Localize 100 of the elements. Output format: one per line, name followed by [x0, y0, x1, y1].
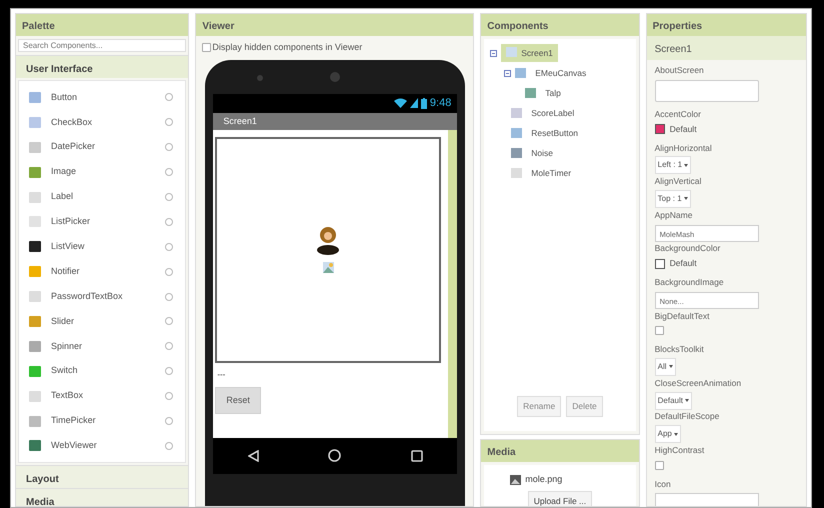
- help-icon[interactable]: [165, 342, 174, 350]
- property-label: AboutScreen: [654, 64, 705, 77]
- dropdown[interactable]: All: [654, 358, 676, 376]
- component-icon: [515, 68, 526, 78]
- property-label: HighContrast: [654, 444, 706, 457]
- checkbox[interactable]: [654, 326, 664, 336]
- palette-item[interactable]: Spinner: [51, 340, 156, 354]
- section-header[interactable]: User Interface: [16, 55, 188, 78]
- help-icon[interactable]: [165, 118, 174, 126]
- help-icon[interactable]: [165, 268, 174, 276]
- component-icon: [29, 340, 41, 352]
- palette-item[interactable]: Slider: [51, 314, 156, 328]
- help-icon[interactable]: [165, 442, 174, 450]
- camera-icon: [330, 72, 340, 82]
- collapse-toggle[interactable]: [504, 70, 512, 76]
- speaker-icon: [257, 74, 264, 80]
- palette-item[interactable]: Switch: [51, 364, 156, 378]
- search-field[interactable]: Search Components...: [18, 39, 186, 52]
- home-icon[interactable]: [328, 449, 342, 462]
- tree-item[interactable]: ResetButton: [526, 124, 584, 142]
- dropdown[interactable]: Top : 1: [654, 190, 691, 208]
- palette-item[interactable]: DatePicker: [51, 140, 156, 154]
- property-label: BackgroundImage: [654, 276, 725, 289]
- component-icon: [29, 166, 41, 178]
- media-file[interactable]: mole.png: [525, 473, 562, 486]
- help-icon[interactable]: [165, 292, 174, 301]
- color-swatch[interactable]: [654, 258, 665, 268]
- help-icon[interactable]: [165, 417, 174, 426]
- palette-item[interactable]: PasswordTextBox: [51, 290, 156, 304]
- component-icon: [29, 316, 41, 327]
- help-icon[interactable]: [165, 143, 174, 152]
- component-icon: [511, 148, 522, 158]
- color-value: Default: [670, 122, 697, 136]
- dropdown[interactable]: App: [654, 425, 681, 444]
- palette-item[interactable]: WebViewer: [51, 439, 156, 453]
- tree-item[interactable]: ScoreLabel: [526, 104, 580, 122]
- component-icon: [511, 128, 522, 138]
- component-name: Screen1: [646, 36, 806, 60]
- property-label: BigDefaultText: [654, 310, 710, 322]
- tree-item[interactable]: Screen1: [501, 44, 558, 62]
- property-label: AccentColor: [654, 108, 702, 121]
- dropdown[interactable]: Left : 1: [654, 156, 692, 174]
- component-icon: [29, 192, 41, 202]
- tree-item[interactable]: Talp: [540, 84, 566, 102]
- palette-item[interactable]: Image: [51, 165, 156, 179]
- battery-icon: [420, 98, 427, 108]
- tree-item[interactable]: Noise: [526, 144, 558, 162]
- palette-item[interactable]: ListPicker: [51, 215, 156, 229]
- color-swatch[interactable]: [654, 124, 665, 134]
- palette-item[interactable]: TimePicker: [51, 414, 156, 428]
- reset-button[interactable]: Reset: [215, 386, 261, 414]
- tree-item[interactable]: EMeuCanvas: [530, 64, 592, 82]
- help-icon[interactable]: [165, 317, 174, 326]
- checkbox-label: Display hidden components in Viewer: [212, 41, 362, 54]
- help-icon[interactable]: [165, 218, 174, 226]
- palette-item[interactable]: ListView: [51, 240, 156, 254]
- component-icon: [29, 440, 41, 452]
- help-icon[interactable]: [165, 367, 174, 376]
- component-icon: [29, 116, 41, 128]
- color-value: Default: [670, 257, 697, 270]
- component-icon: [29, 291, 41, 302]
- section-header[interactable]: Media: [16, 488, 188, 506]
- help-icon[interactable]: [165, 392, 174, 400]
- palette-item[interactable]: Label: [51, 190, 156, 204]
- tree-item[interactable]: MoleTimer: [526, 164, 576, 182]
- property-label: DefaultFileScope: [654, 410, 720, 424]
- recents-icon[interactable]: [410, 450, 423, 462]
- component-icon: [29, 416, 41, 427]
- help-icon[interactable]: [165, 168, 174, 176]
- screen-title: Screen1: [213, 112, 458, 130]
- mole-sprite: [317, 226, 340, 256]
- panel-title: Palette: [16, 14, 188, 36]
- image-file-icon: [510, 474, 522, 485]
- component-icon: [29, 241, 41, 252]
- checkbox[interactable]: [202, 43, 212, 52]
- text-field[interactable]: [654, 493, 759, 506]
- panel-title: Components: [481, 14, 639, 36]
- palette-item[interactable]: Notifier: [51, 264, 156, 278]
- checkbox[interactable]: [654, 460, 664, 470]
- upload-button[interactable]: Upload File ...: [528, 490, 592, 506]
- dropdown[interactable]: Default: [654, 392, 692, 410]
- section-header[interactable]: Layout: [16, 465, 188, 488]
- palette-item[interactable]: Button: [51, 90, 156, 104]
- palette-item[interactable]: CheckBox: [51, 116, 156, 130]
- collapse-toggle[interactable]: [490, 50, 498, 56]
- palette-item[interactable]: TextBox: [51, 389, 156, 403]
- component-icon: [511, 168, 522, 178]
- property-label: CloseScreenAnimation: [654, 376, 742, 390]
- property-label: AlignHorizontal: [654, 142, 713, 154]
- component-icon: [29, 92, 41, 103]
- property-label: BlocksToolkit: [654, 343, 705, 356]
- help-icon[interactable]: [165, 242, 174, 251]
- back-icon[interactable]: [248, 450, 259, 462]
- score-label: ---: [216, 368, 226, 380]
- signal-icon: [410, 98, 418, 108]
- help-icon[interactable]: [165, 93, 174, 102]
- component-icon: [525, 88, 536, 98]
- help-icon[interactable]: [165, 193, 174, 201]
- property-label: AppName: [654, 208, 694, 222]
- text-area[interactable]: [654, 80, 759, 102]
